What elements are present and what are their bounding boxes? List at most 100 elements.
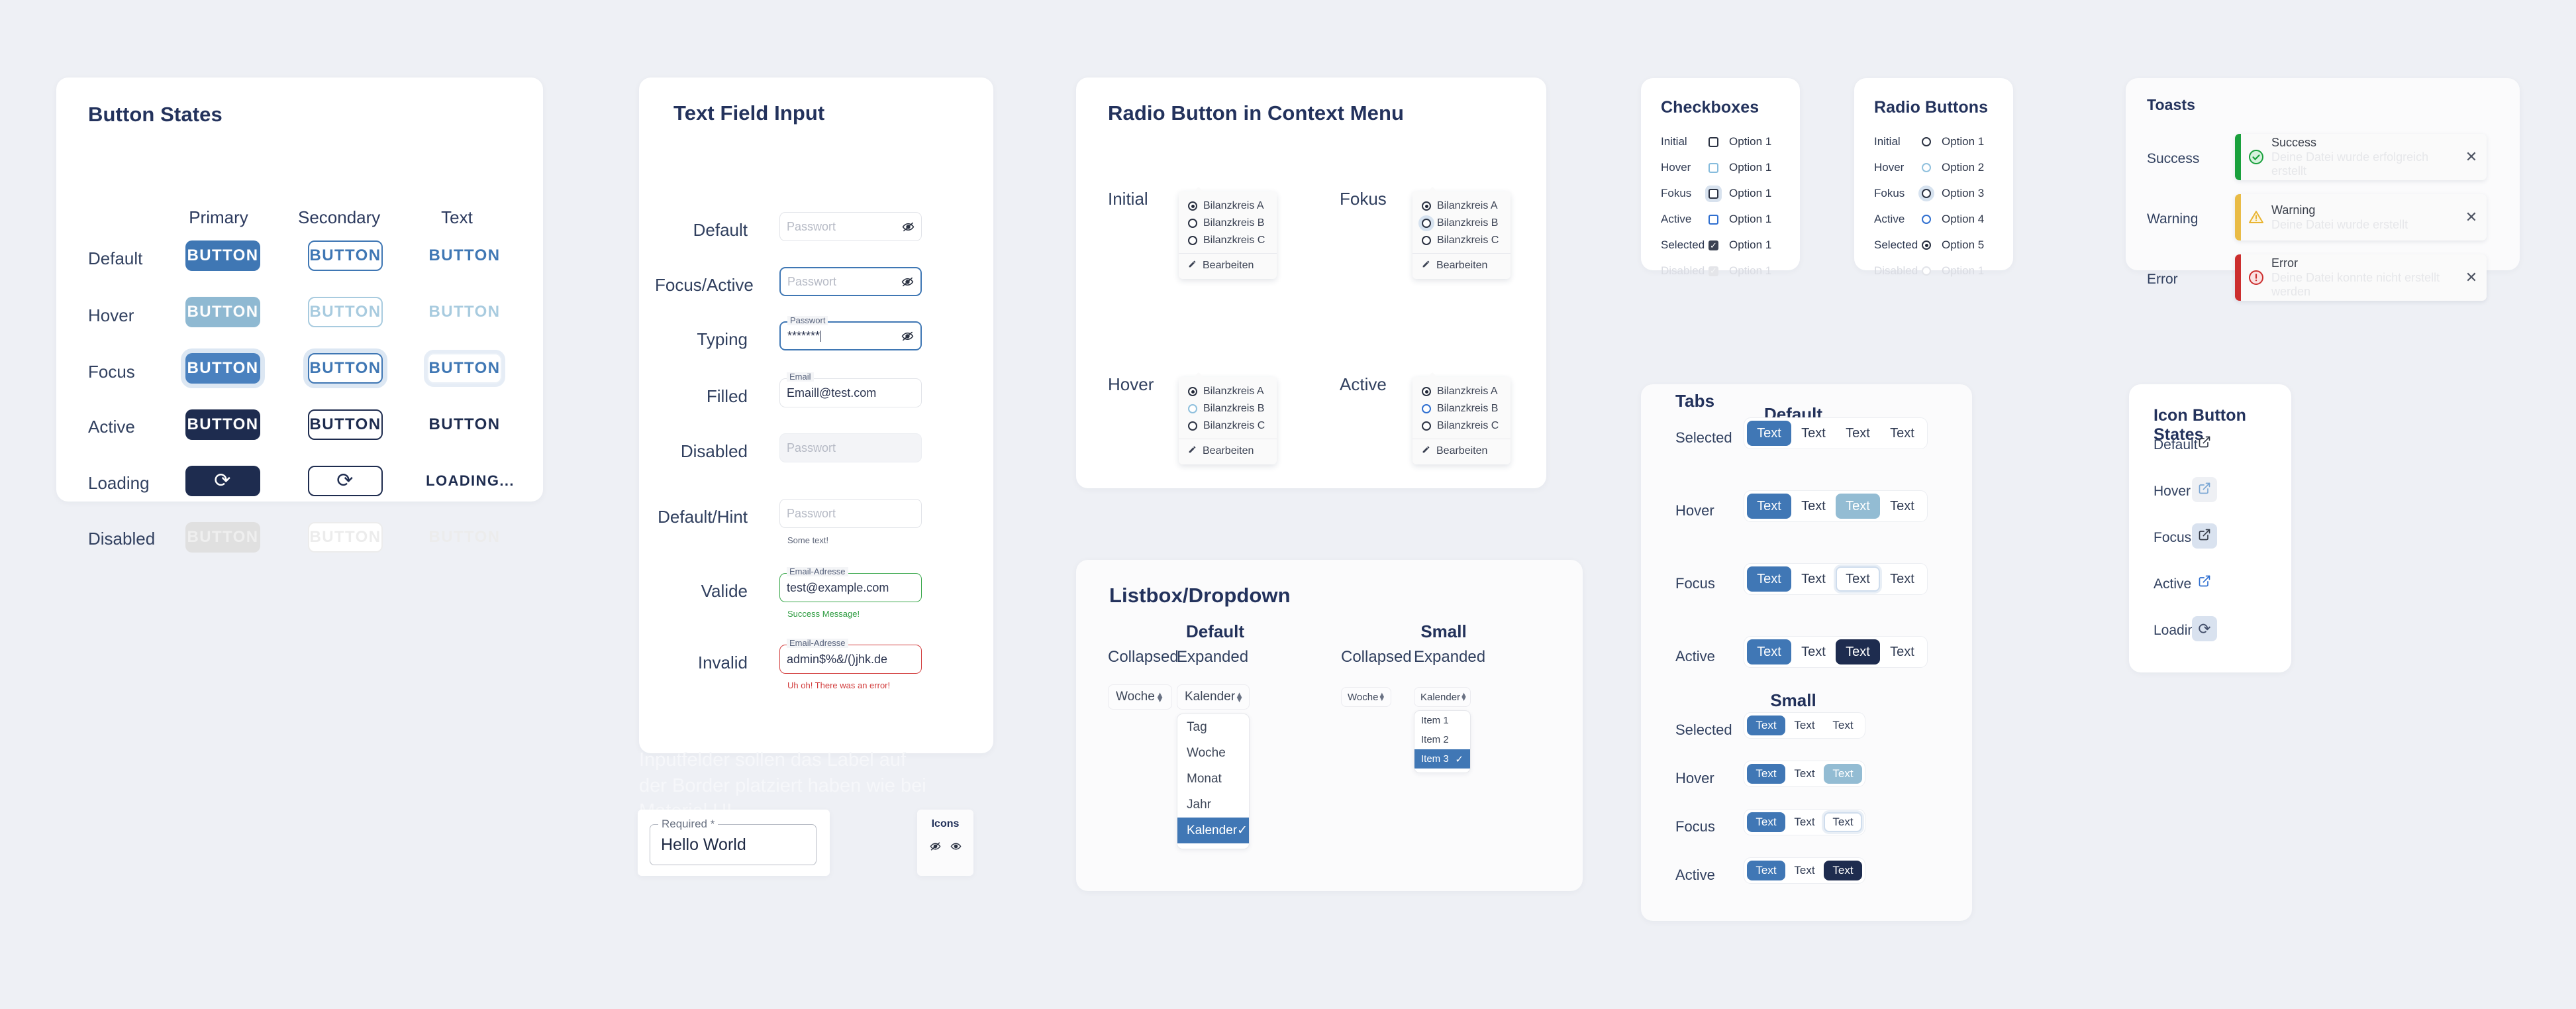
listbox-collapsed-small[interactable]: Woche ▲ ▼ bbox=[1341, 687, 1391, 707]
radio-icon-selected[interactable] bbox=[1422, 201, 1431, 211]
checkbox-icon-active[interactable] bbox=[1709, 214, 1718, 225]
radio-icon[interactable] bbox=[1188, 236, 1197, 245]
tab-2[interactable]: Text bbox=[1785, 716, 1824, 735]
tabset-small-selected[interactable]: Text Text Text bbox=[1744, 712, 1865, 739]
icon-button-loading[interactable]: ⟳ bbox=[2192, 616, 2217, 641]
listbox-option[interactable]: Monat bbox=[1177, 766, 1249, 792]
tabset-default-hover[interactable]: Text Text Text Text bbox=[1744, 490, 1928, 522]
secondary-button-default[interactable]: BUTTON bbox=[308, 240, 383, 271]
text-button-hover[interactable]: BUTTON bbox=[427, 297, 502, 327]
context-menu-active[interactable]: Bilanzkreis A Bilanzkreis B Bilanzkreis … bbox=[1412, 372, 1511, 464]
tab-2[interactable]: Text bbox=[1791, 494, 1836, 519]
primary-button-loading[interactable]: ⟳ bbox=[185, 466, 260, 496]
eye-off-icon[interactable] bbox=[901, 220, 915, 233]
context-menu-edit-action[interactable]: Bearbeiten bbox=[1179, 439, 1277, 464]
context-menu-edit-action[interactable]: Bearbeiten bbox=[1412, 439, 1511, 464]
listbox-option[interactable]: Woche bbox=[1177, 740, 1249, 766]
tabset-default-focus[interactable]: Text Text Text Text bbox=[1744, 563, 1928, 595]
radio-row-hover[interactable]: Hover Option 2 bbox=[1874, 161, 2006, 174]
tab-2[interactable]: Text bbox=[1785, 764, 1824, 784]
text-button-default[interactable]: BUTTON bbox=[427, 240, 502, 271]
radio-icon[interactable] bbox=[1188, 421, 1197, 431]
icon-button-focus[interactable] bbox=[2192, 523, 2217, 549]
context-menu-radio-item[interactable]: Bilanzkreis B bbox=[1179, 400, 1277, 417]
text-field-filled[interactable]: Email Emaill@test.com bbox=[779, 372, 922, 407]
tab-3[interactable]: Text bbox=[1824, 716, 1862, 735]
checkbox-row-fokus[interactable]: Fokus Option 1 bbox=[1661, 187, 1787, 200]
tab-4[interactable]: Text bbox=[1880, 494, 1924, 519]
tab-1[interactable]: Text bbox=[1747, 494, 1791, 519]
context-menu-radio-item[interactable]: Bilanzkreis B bbox=[1179, 215, 1277, 232]
context-menu-radio-item[interactable]: Bilanzkreis A bbox=[1412, 197, 1511, 215]
radio-icon-selected[interactable] bbox=[1188, 201, 1197, 211]
tab-1[interactable]: Text bbox=[1747, 639, 1791, 664]
tab-3[interactable]: Text bbox=[1836, 494, 1880, 519]
checkbox-row-selected[interactable]: Selected Option 1 bbox=[1661, 239, 1787, 252]
context-menu-fokus[interactable]: Bilanzkreis A Bilanzkreis B Bilanzkreis … bbox=[1412, 187, 1511, 279]
radio-row-fokus[interactable]: Fokus Option 3 bbox=[1874, 187, 2006, 200]
context-menu-radio-item[interactable]: Bilanzkreis C bbox=[1412, 417, 1511, 435]
listbox-options-default[interactable]: Tag Woche Monat Jahr Kalender ✓ bbox=[1177, 714, 1250, 849]
text-field-invalid[interactable]: Email-Adresse admin$%&/()jhk.de bbox=[779, 638, 922, 674]
listbox-expanded-small-trigger[interactable]: Kalender ▲ ▼ bbox=[1414, 687, 1471, 707]
text-field-valid[interactable]: Email-Adresse test@example.com bbox=[779, 566, 922, 602]
tab-1[interactable]: Text bbox=[1747, 764, 1785, 784]
tabset-default-active[interactable]: Text Text Text Text bbox=[1744, 636, 1928, 668]
checkbox-icon-focused[interactable] bbox=[1709, 188, 1718, 199]
radio-row-active[interactable]: Active Option 4 bbox=[1874, 213, 2006, 226]
tab-2[interactable]: Text bbox=[1791, 566, 1836, 592]
tab-1[interactable]: Text bbox=[1747, 812, 1785, 832]
eye-icon[interactable] bbox=[950, 841, 962, 855]
context-menu-radio-item[interactable]: Bilanzkreis C bbox=[1179, 232, 1277, 249]
listbox-expanded-default-trigger[interactable]: Kalender ▲ ▼ bbox=[1177, 684, 1250, 710]
listbox-option-selected[interactable]: Kalender ✓ bbox=[1177, 818, 1249, 843]
context-menu-radio-item[interactable]: Bilanzkreis C bbox=[1179, 417, 1277, 435]
secondary-button-hover[interactable]: BUTTON bbox=[308, 297, 383, 327]
required-text-field[interactable]: Required * Hello World bbox=[650, 818, 817, 865]
radio-icon-focused[interactable] bbox=[1422, 219, 1431, 228]
text-field-typing[interactable]: Passwort ******* bbox=[779, 315, 922, 350]
radio-icon[interactable] bbox=[1188, 219, 1197, 228]
text-field-default[interactable]: Passwort bbox=[779, 212, 922, 241]
primary-button-hover[interactable]: BUTTON bbox=[185, 297, 260, 327]
tab-1[interactable]: Text bbox=[1747, 861, 1785, 880]
radio-icon-active[interactable] bbox=[1922, 215, 1931, 224]
close-icon[interactable]: ✕ bbox=[2456, 209, 2487, 226]
eye-off-icon[interactable] bbox=[901, 275, 914, 288]
tab-1[interactable]: Text bbox=[1747, 716, 1785, 735]
context-menu-radio-item[interactable]: Bilanzkreis C bbox=[1412, 232, 1511, 249]
primary-button-default[interactable]: BUTTON bbox=[185, 240, 260, 271]
listbox-option-selected[interactable]: Item 3 ✓ bbox=[1414, 749, 1470, 769]
text-field-focus[interactable]: Passwort bbox=[779, 267, 922, 296]
tabset-default-selected[interactable]: Text Text Text Text bbox=[1744, 417, 1928, 449]
icon-button-active[interactable] bbox=[2192, 570, 2217, 595]
text-button-focus[interactable]: BUTTON bbox=[427, 353, 502, 384]
tab-3[interactable]: Text bbox=[1836, 421, 1880, 446]
tab-3[interactable]: Text bbox=[1824, 861, 1862, 880]
context-menu-radio-item[interactable]: Bilanzkreis A bbox=[1412, 383, 1511, 400]
tabset-small-hover[interactable]: Text Text Text bbox=[1744, 761, 1865, 787]
tab-3[interactable]: Text bbox=[1824, 764, 1862, 784]
context-menu-edit-action[interactable]: Bearbeiten bbox=[1412, 254, 1511, 279]
radio-icon-selected[interactable] bbox=[1188, 387, 1197, 396]
tab-1[interactable]: Text bbox=[1747, 421, 1791, 446]
radio-icon-hover[interactable] bbox=[1188, 404, 1197, 413]
eye-off-icon[interactable] bbox=[901, 329, 914, 343]
listbox-option[interactable]: Item 2 bbox=[1414, 730, 1470, 749]
tab-2[interactable]: Text bbox=[1785, 861, 1824, 880]
close-icon[interactable]: ✕ bbox=[2456, 148, 2487, 166]
radio-row-initial[interactable]: Initial Option 1 bbox=[1874, 135, 2006, 148]
context-menu-edit-action[interactable]: Bearbeiten bbox=[1179, 254, 1277, 279]
tab-2[interactable]: Text bbox=[1791, 421, 1836, 446]
tab-3[interactable]: Text bbox=[1836, 566, 1880, 592]
listbox-option[interactable]: Item 1 bbox=[1414, 711, 1470, 730]
close-icon[interactable]: ✕ bbox=[2456, 269, 2487, 286]
checkbox-row-initial[interactable]: Initial Option 1 bbox=[1661, 135, 1787, 148]
radio-icon[interactable] bbox=[1422, 236, 1431, 245]
context-menu-radio-item[interactable]: Bilanzkreis B bbox=[1412, 215, 1511, 232]
radio-icon-selected[interactable] bbox=[1922, 240, 1931, 250]
tab-1[interactable]: Text bbox=[1747, 566, 1791, 592]
listbox-option[interactable]: Jahr bbox=[1177, 792, 1249, 818]
secondary-button-loading[interactable]: ⟳ bbox=[308, 466, 383, 496]
icon-button-default[interactable] bbox=[2192, 431, 2217, 456]
